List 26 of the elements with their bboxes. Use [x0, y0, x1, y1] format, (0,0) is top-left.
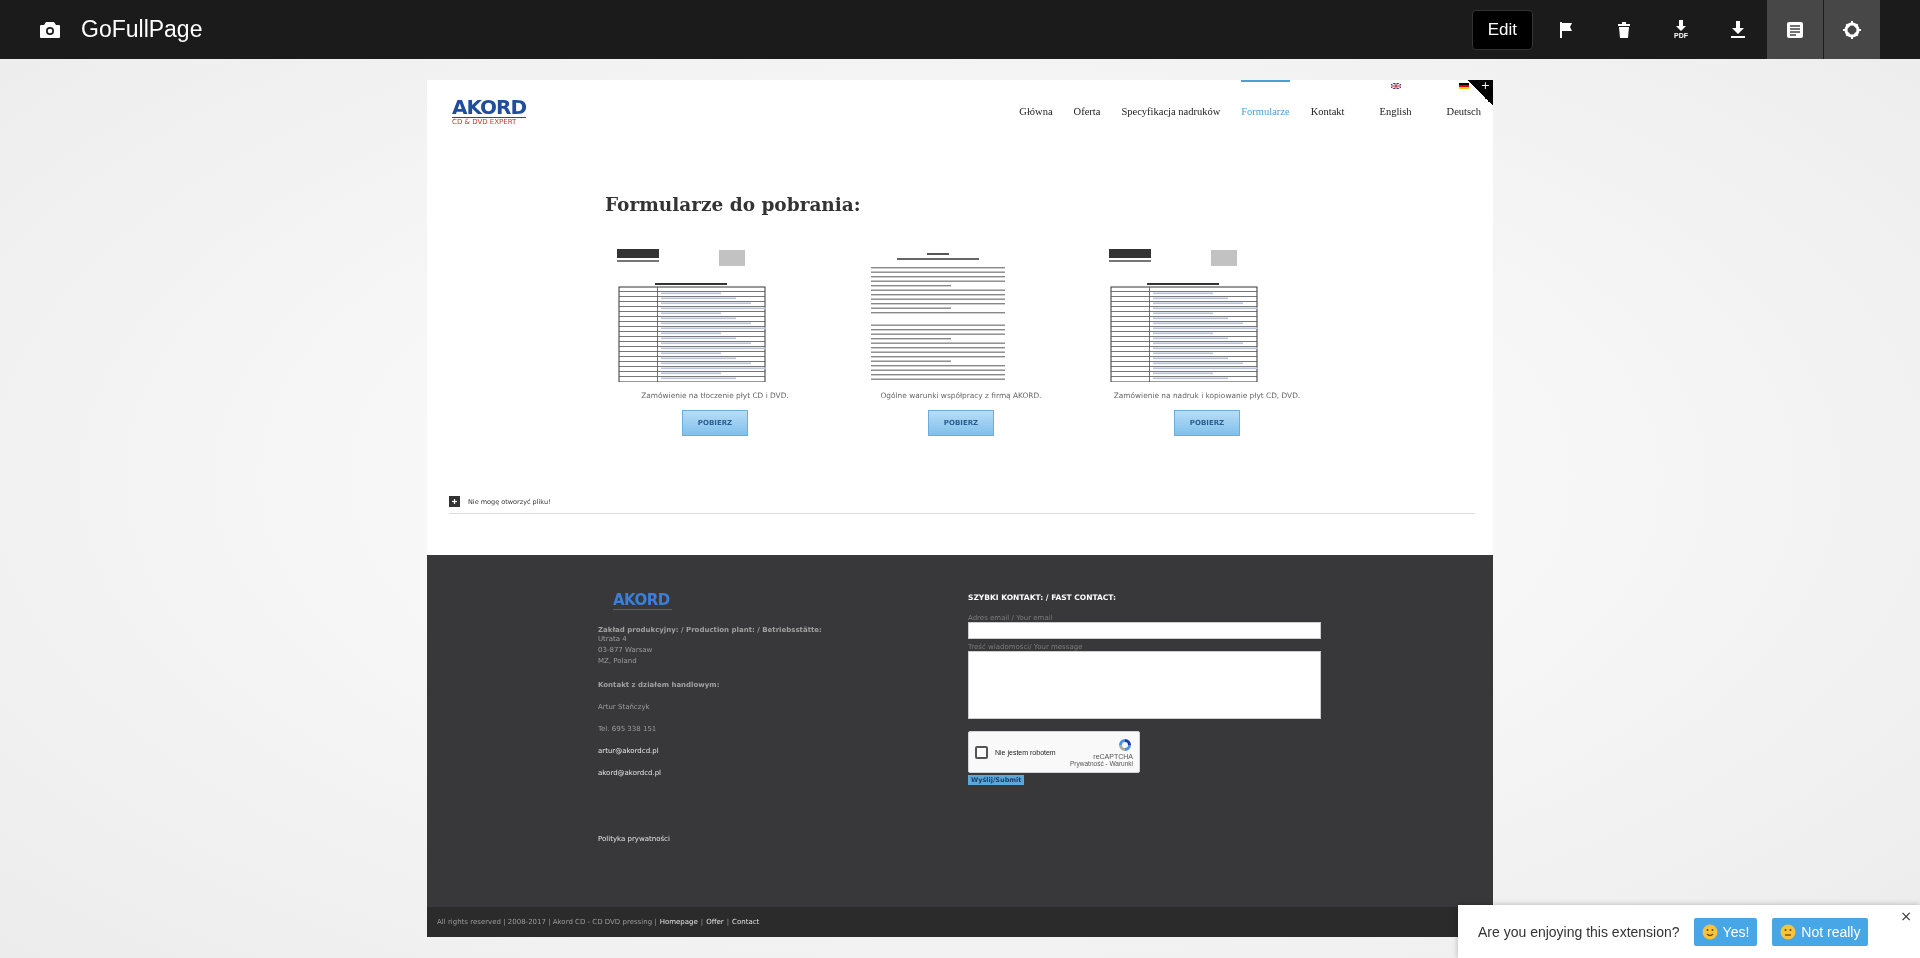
corner-toggle[interactable]: +: [1467, 80, 1493, 106]
settings-button[interactable]: [1824, 0, 1880, 59]
flag-icon: [1390, 83, 1401, 89]
document-icon: [1785, 19, 1805, 40]
feedback-question: Are you enjoying this extension?: [1478, 923, 1680, 940]
smiley-icon: [1780, 923, 1797, 940]
download-icon: [1728, 19, 1748, 40]
nav-link[interactable]: Specyfikacja nadruków: [1121, 80, 1221, 118]
settings-icon: [1842, 19, 1862, 40]
nav-link[interactable]: Główna: [1019, 80, 1053, 118]
nav-link[interactable]: Oferta: [1073, 80, 1101, 118]
document-button[interactable]: [1767, 0, 1823, 59]
footer-logo: AKORD: [613, 591, 672, 610]
recaptcha-icon: [1117, 737, 1133, 753]
edit-button[interactable]: Edit: [1471, 9, 1533, 50]
language-link[interactable]: English: [1379, 80, 1412, 118]
expand-icon[interactable]: [449, 496, 460, 507]
nav-link[interactable]: Kontakt: [1310, 80, 1345, 118]
message-field[interactable]: [968, 651, 1321, 719]
captcha-checkbox[interactable]: [975, 745, 988, 759]
page-heading: Formularze do pobrania:: [605, 194, 862, 215]
flag-icon: [1458, 83, 1469, 89]
smiley-icon: [1701, 923, 1718, 940]
close-button[interactable]: ×: [1900, 908, 1912, 924]
email-field[interactable]: [968, 622, 1321, 639]
app-title: GoFullPage: [81, 16, 203, 43]
